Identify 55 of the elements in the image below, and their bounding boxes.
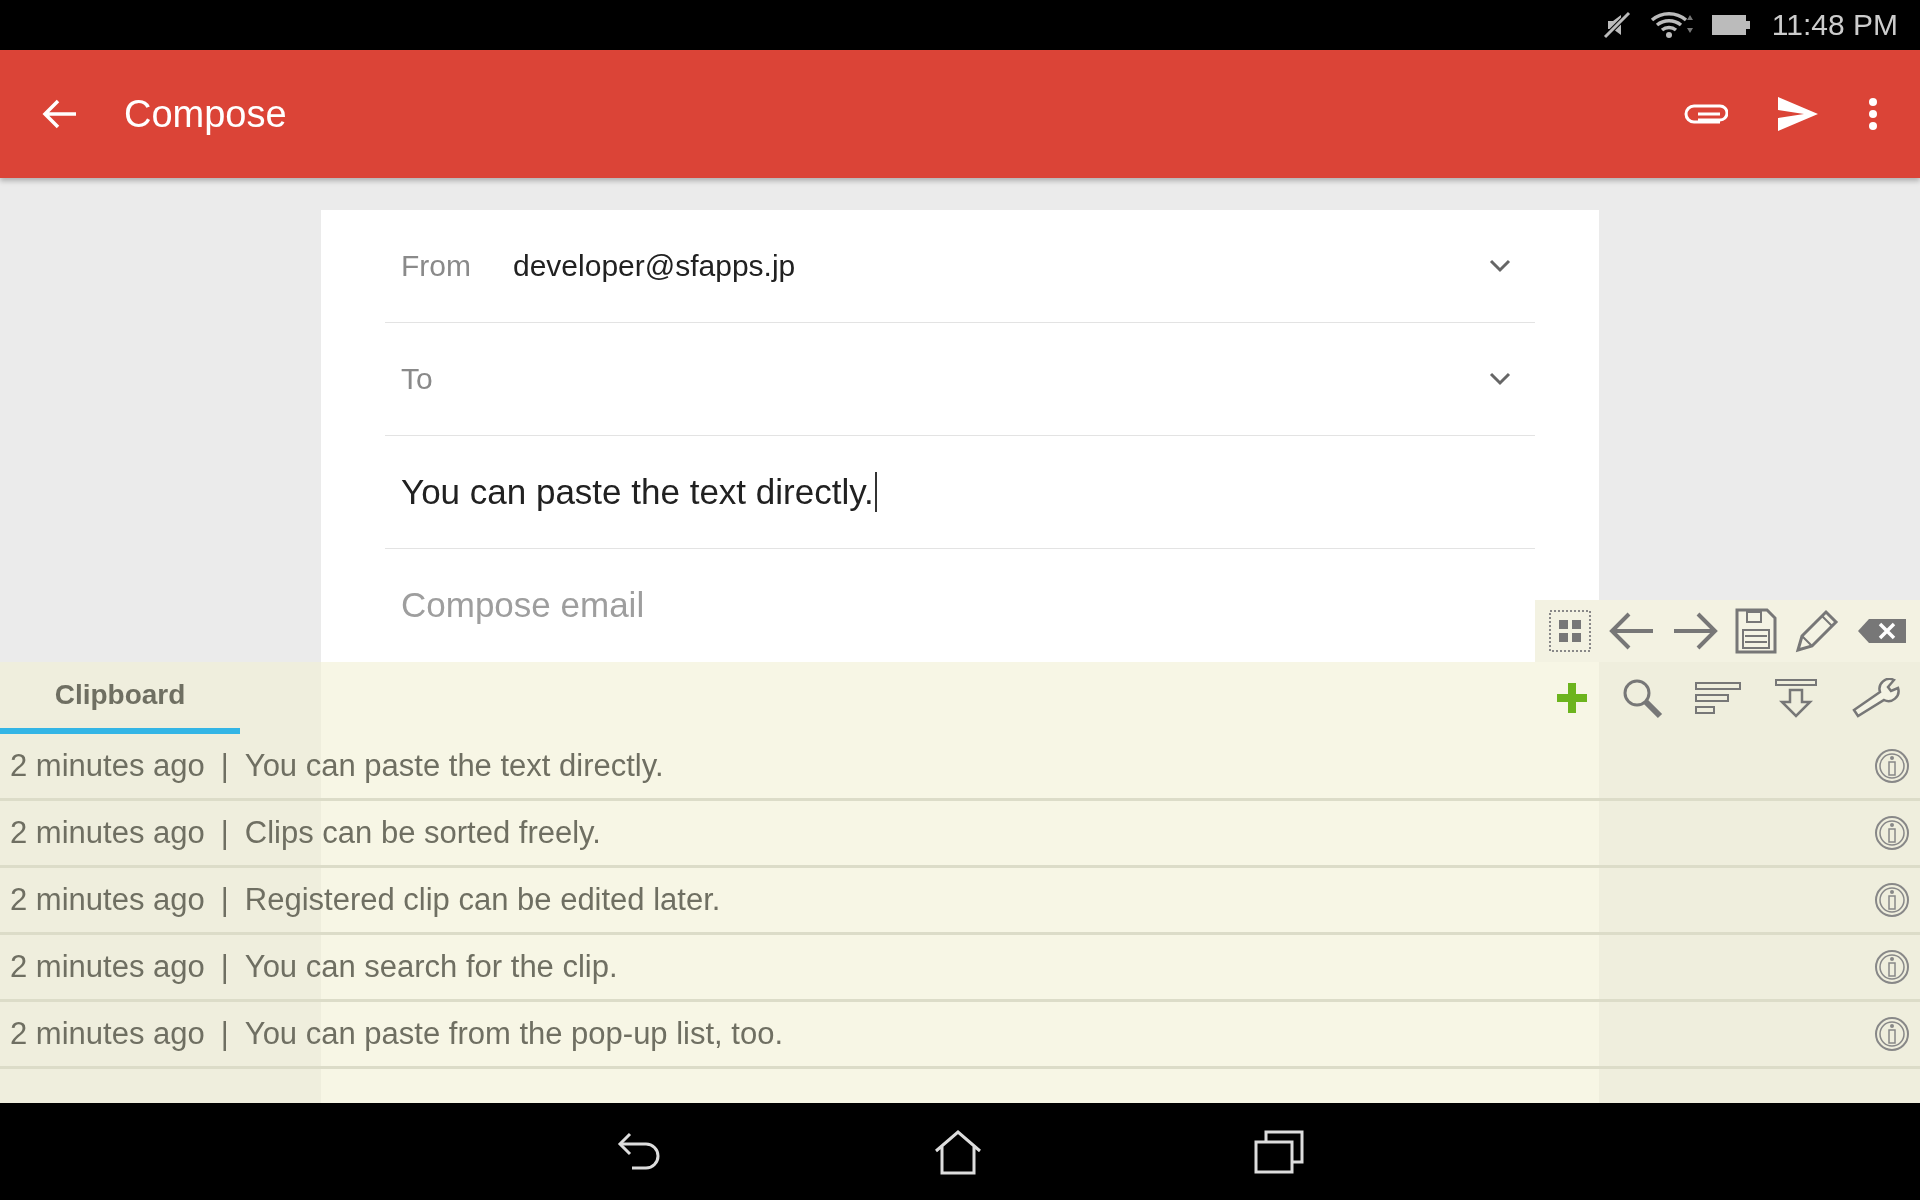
clip-separator: |	[220, 949, 229, 985]
delete-icon[interactable]	[1857, 618, 1908, 644]
back-icon[interactable]	[616, 1131, 662, 1172]
clip-separator: |	[220, 748, 229, 784]
from-label: From	[401, 249, 472, 283]
app-bar-title: Compose	[124, 92, 287, 136]
left-arrow-icon[interactable]	[1608, 611, 1655, 651]
clip-text: You can search for the clip.	[244, 949, 618, 985]
right-arrow-icon[interactable]	[1671, 611, 1718, 651]
info-icon[interactable]	[1874, 748, 1910, 784]
clip-row[interactable]: 2 minutes ago | You can paste from the pop-up list, too.	[0, 1002, 1920, 1069]
plus-icon[interactable]	[1554, 681, 1589, 715]
info-icon[interactable]	[1874, 882, 1910, 918]
clip-time: 2 minutes ago	[10, 1016, 205, 1052]
info-icon[interactable]	[1874, 949, 1910, 985]
subject-field[interactable]: You can paste the text directly.	[401, 472, 877, 512]
more-vertical-icon	[1868, 97, 1878, 131]
clip-time: 2 minutes ago	[10, 882, 205, 918]
to-label: To	[401, 362, 434, 396]
save-icon[interactable]	[1735, 608, 1778, 654]
chevron-down-icon[interactable]	[1489, 259, 1511, 273]
pencil-icon[interactable]	[1794, 608, 1841, 654]
chevron-down-icon[interactable]	[1489, 372, 1511, 386]
from-value[interactable]: developer@sfapps.jp	[513, 249, 1489, 283]
clip-time: 2 minutes ago	[10, 949, 205, 985]
clip-time: 2 minutes ago	[10, 815, 205, 851]
wifi-icon	[1649, 10, 1694, 40]
clipboard-tab[interactable]: Clipboard	[0, 662, 240, 734]
clip-text: You can paste the text directly.	[244, 748, 664, 784]
clip-row[interactable]: 2 minutes ago | Registered clip can be edited later.	[0, 868, 1920, 935]
move-down-icon[interactable]	[1774, 678, 1819, 718]
clip-time: 2 minutes ago	[10, 748, 205, 784]
paperclip-icon	[1684, 102, 1728, 126]
compose-body-field[interactable]: Compose email	[401, 585, 1519, 625]
status-time: 11:48 PM	[1771, 8, 1898, 42]
grid-icon[interactable]	[1547, 609, 1592, 653]
send-icon	[1776, 95, 1820, 133]
clip-row[interactable]: 2 minutes ago | Clips can be sorted freely.	[0, 801, 1920, 868]
clip-row[interactable]: 2 minutes ago | You can search for the clip.	[0, 935, 1920, 1002]
clip-separator: |	[220, 815, 229, 851]
clip-row[interactable]: 2 minutes ago | You can paste the text directly.	[0, 734, 1920, 801]
battery-icon	[1711, 13, 1750, 37]
clip-separator: |	[220, 1016, 229, 1052]
home-icon[interactable]	[932, 1128, 984, 1175]
sort-lines-icon[interactable]	[1694, 681, 1743, 715]
back-arrow-icon	[42, 98, 78, 130]
recent-apps-icon[interactable]	[1254, 1129, 1304, 1174]
clip-text: Clips can be sorted freely.	[244, 815, 601, 851]
wrench-icon[interactable]	[1850, 678, 1901, 718]
info-icon[interactable]	[1874, 815, 1910, 851]
clip-text: Registered clip can be edited later.	[244, 882, 721, 918]
clip-text: You can paste from the pop-up list, too.	[244, 1016, 784, 1052]
mute-icon	[1601, 10, 1632, 40]
clip-separator: |	[220, 882, 229, 918]
info-icon[interactable]	[1874, 1016, 1910, 1052]
